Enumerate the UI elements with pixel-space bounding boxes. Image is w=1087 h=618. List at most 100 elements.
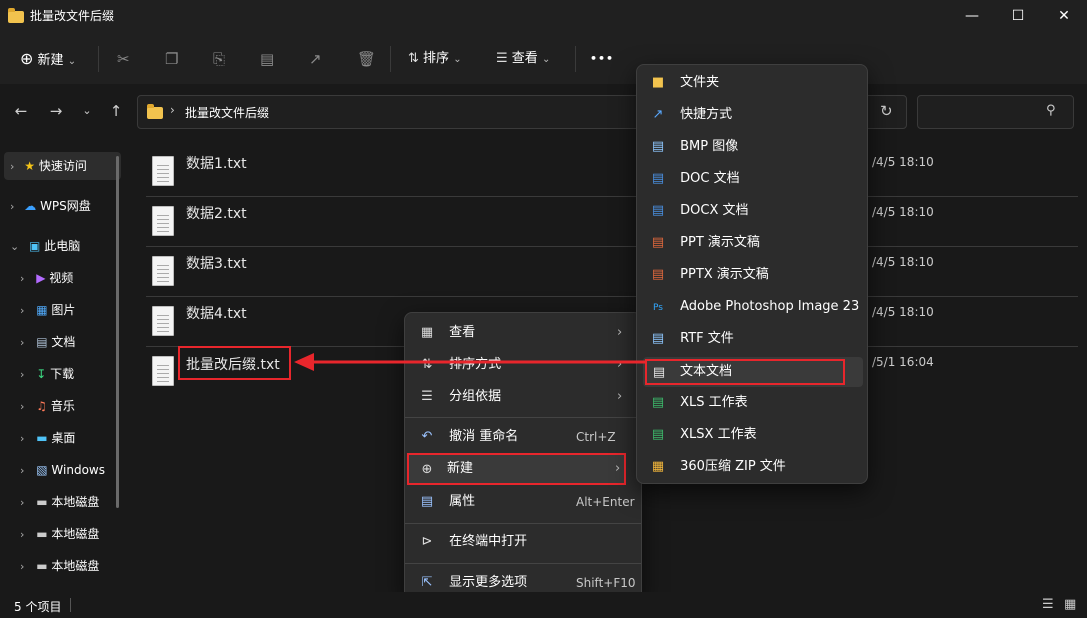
sidebar-scrollbar[interactable] — [116, 156, 119, 508]
submenu-item-pptx[interactable]: ▤ PPTX 演示文稿 — [650, 259, 769, 291]
up-arrow-icon[interactable]: ↑ — [103, 98, 129, 124]
view-button[interactable]: ☰ 查看 ⌄ — [496, 46, 550, 72]
submenu-item-folder[interactable]: ■ 文件夹 — [650, 67, 719, 99]
sidebar-item-desktop[interactable]: › ▬ 桌面 — [0, 424, 125, 452]
list-icon: ☰ — [421, 389, 433, 404]
divider — [575, 46, 576, 72]
chevron-down-icon: ⌄ — [10, 240, 20, 253]
menu-separator — [405, 563, 641, 564]
status-bar: 5 个项目 ☰ ▦ — [0, 592, 1087, 618]
zip-icon: ▦ — [651, 459, 665, 474]
sidebar-item-label: Windows — [51, 463, 105, 477]
recent-chevron-icon[interactable]: ⌄ — [74, 98, 100, 124]
item-count: 5 个项目 — [14, 600, 62, 614]
rename-icon[interactable]: ▤ — [260, 46, 274, 72]
refresh-icon[interactable]: ↻ — [880, 102, 893, 120]
sidebar-item-music[interactable]: › ♫ 音乐 — [0, 392, 125, 420]
chevron-right-icon: › — [10, 200, 15, 213]
shortcut-label: Ctrl+Z — [576, 430, 616, 444]
submenu-item-shortcut[interactable]: ↗ 快捷方式 — [650, 99, 733, 131]
rtf-icon: ▤ — [651, 331, 665, 346]
submenu-item-rtf[interactable]: ▤ RTF 文件 — [650, 323, 734, 355]
sidebar-item-label: WPS网盘 — [40, 199, 91, 213]
copy-icon[interactable]: ❐ — [165, 46, 178, 72]
chevron-right-icon: › — [170, 103, 175, 117]
menu-item-undo[interactable]: ↶ 撤消 重命名 Ctrl+Z — [419, 421, 629, 453]
cut-icon[interactable]: ✂ — [117, 46, 130, 72]
file-row[interactable]: 数据1.txt /4/5 18:10 — [146, 147, 1078, 197]
chevron-right-icon: › — [20, 528, 25, 541]
paste-icon[interactable]: ⎘ — [213, 46, 225, 72]
submenu-item-zip[interactable]: ▦ 360压缩 ZIP 文件 — [650, 451, 786, 483]
ppt-icon: ▤ — [651, 235, 665, 250]
sidebar-item-local-disk[interactable]: › ▬ 本地磁盘 — [0, 488, 125, 516]
menu-item-view[interactable]: ▦ 查看 › — [419, 317, 629, 349]
more-options-button[interactable]: ••• — [590, 46, 614, 72]
sidebar-item-this-pc[interactable]: ⌄ ▣ 此电脑 — [0, 232, 125, 260]
highlight-box: 批量改后缀.txt — [178, 346, 291, 380]
window-title: 批量改文件后缀 — [30, 9, 115, 23]
chevron-right-icon: › — [20, 400, 25, 413]
submenu-item-photoshop[interactable]: Ps Adobe Photoshop Image 23 — [650, 291, 859, 323]
minimize-button[interactable]: — — [949, 0, 995, 32]
sidebar-item-downloads[interactable]: › ↧ 下载 — [0, 360, 125, 388]
folder-icon: ■ — [651, 75, 665, 90]
sidebar-item-label: 图片 — [51, 303, 76, 317]
menu-item-label: 360压缩 ZIP 文件 — [680, 459, 786, 474]
share-icon[interactable]: ↗ — [309, 46, 322, 72]
photoshop-icon: Ps — [653, 303, 663, 313]
forward-arrow-icon[interactable]: → — [43, 98, 69, 124]
sidebar-item-label: 此电脑 — [44, 239, 81, 253]
close-button[interactable]: ✕ — [1041, 0, 1087, 32]
tiles-view-icon[interactable]: ▦ — [1064, 598, 1076, 612]
file-row[interactable]: 数据2.txt /4/5 18:10 — [146, 197, 1078, 247]
command-bar: ⊕ 新建 ⌄ ✂ ❐ ⎘ ▤ ↗ 🗑 ⇅ 排序 ⌄ ☰ 查看 ⌄ ••• — [0, 32, 1087, 84]
menu-item-properties[interactable]: ▤ 属性 Alt+Enter — [419, 486, 635, 518]
submenu-item-ppt[interactable]: ▤ PPT 演示文稿 — [650, 227, 760, 259]
search-input[interactable]: ⚲ — [917, 95, 1074, 129]
file-row[interactable]: 数据3.txt /4/5 18:10 — [146, 247, 1078, 297]
disk-icon: ▬ — [36, 559, 48, 573]
sort-label: 排序 — [423, 51, 450, 66]
menu-item-label: DOC 文档 — [680, 171, 740, 186]
submenu-item-docx[interactable]: ▤ DOCX 文档 — [650, 195, 749, 227]
text-file-icon — [152, 306, 174, 336]
cloud-icon: ☁ — [24, 199, 37, 213]
menu-item-label: XLSX 工作表 — [680, 427, 757, 442]
submenu-item-xls[interactable]: ▤ XLS 工作表 — [650, 387, 748, 419]
menu-item-label: PPTX 演示文稿 — [680, 267, 769, 282]
details-view-icon[interactable]: ☰ — [1042, 598, 1054, 612]
menu-item-group[interactable]: ☰ 分组依据 › — [419, 381, 629, 413]
chevron-right-icon: › — [20, 304, 25, 317]
view-icon: ☰ — [496, 51, 508, 66]
menu-item-label: 撤消 重命名 — [449, 429, 519, 444]
submenu-item-xlsx[interactable]: ▤ XLSX 工作表 — [650, 419, 757, 451]
divider — [390, 46, 391, 72]
sort-button[interactable]: ⇅ 排序 ⌄ — [408, 46, 462, 72]
delete-icon[interactable]: 🗑 — [357, 46, 376, 72]
divider — [70, 598, 71, 612]
sidebar-item-label: 文档 — [51, 335, 76, 349]
sidebar-item-videos[interactable]: › ▶ 视频 — [0, 264, 125, 292]
sidebar-item-documents[interactable]: › ▤ 文档 — [0, 328, 125, 356]
sidebar-item-local-disk[interactable]: › ▬ 本地磁盘 — [0, 520, 125, 548]
new-button[interactable]: ⊕ 新建 ⌄ — [20, 46, 76, 72]
plus-icon: ⊕ — [20, 49, 34, 68]
new-label: 新建 — [37, 53, 64, 68]
back-arrow-icon[interactable]: ← — [8, 98, 34, 124]
menu-item-new[interactable]: ⊕ 新建 › — [407, 453, 626, 485]
sidebar-item-windows[interactable]: › ▧ Windows — [0, 456, 125, 484]
sidebar-item-local-disk[interactable]: › ▬ 本地磁盘 — [0, 552, 125, 580]
red-arrow-annotation — [294, 353, 646, 371]
sidebar-item-wps[interactable]: › ☁ WPS网盘 — [0, 192, 125, 220]
submenu-item-text-document[interactable]: ▤ 文本文档 — [645, 359, 845, 385]
title-bar: 批量改文件后缀 — ☐ ✕ — [0, 0, 1087, 32]
submenu-item-bmp[interactable]: ▤ BMP 图像 — [650, 131, 738, 163]
menu-item-terminal[interactable]: ⊳ 在终端中打开 — [419, 526, 629, 558]
maximize-button[interactable]: ☐ — [995, 0, 1041, 32]
new-submenu: ■ 文件夹 ↗ 快捷方式 ▤ BMP 图像 ▤ DOC 文档 ▤ DOCX 文档… — [636, 64, 868, 484]
chevron-right-icon: › — [617, 389, 623, 404]
sidebar-item-quick-access[interactable]: › ★ 快速访问 — [4, 152, 121, 180]
submenu-item-doc[interactable]: ▤ DOC 文档 — [650, 163, 740, 195]
sidebar-item-pictures[interactable]: › ▦ 图片 — [0, 296, 125, 324]
